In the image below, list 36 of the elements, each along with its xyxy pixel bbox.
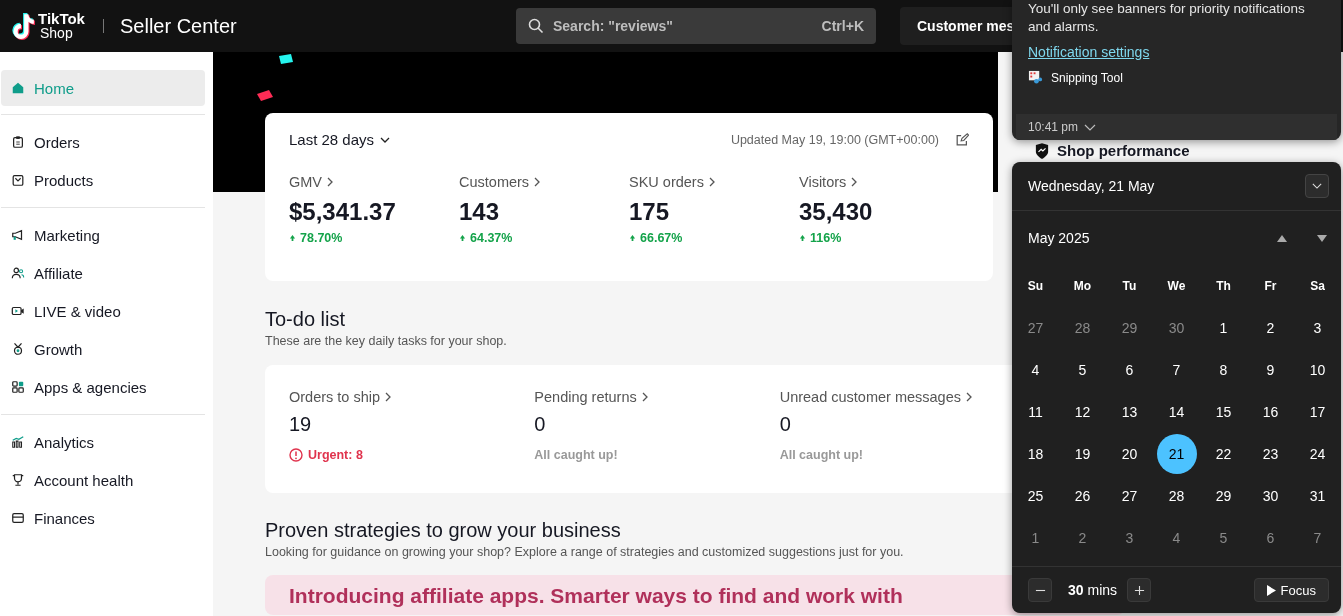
metric-value: 35,430: [799, 198, 873, 226]
metric-change: 66.67%: [640, 231, 683, 245]
updated-time: Updated May 19, 19:00 (GMT+00:00): [730, 132, 939, 147]
app-name: Snipping Tool: [1051, 70, 1123, 85]
metric-value: $5,341.37: [289, 198, 396, 226]
focus-minutes: 30 mins: [1068, 582, 1118, 598]
task-count: 19: [289, 413, 312, 436]
task-count: 0: [534, 413, 546, 436]
weekday-label: Fr: [1263, 278, 1278, 295]
metric-value: 175: [629, 198, 670, 226]
weekday-label: Su: [1026, 278, 1045, 295]
task-status: All caught up!: [779, 448, 863, 462]
logo-text: TikTok: [38, 12, 85, 26]
metric-change: 64.37%: [470, 231, 513, 245]
section-title: Shop performance: [1057, 142, 1190, 160]
app-title: Seller Center: [119, 14, 237, 38]
weekday-label: Th: [1215, 278, 1232, 295]
weekday-label: Sa: [1309, 278, 1326, 295]
section-subtitle: Looking for guidance on growing your shop? Explore a range of strategies and customized suggestions just for you.: [265, 545, 904, 559]
calendar-date: Wednesday, 21 May: [1028, 178, 1155, 194]
task-status: Urgent: 8: [308, 448, 363, 462]
weekday-label: Tu: [1121, 278, 1138, 295]
section-title: To-do list: [265, 308, 346, 331]
section-title: Proven strategies to grow your business: [265, 519, 621, 542]
promo-title: Introducing affiliate apps. Smarter ways to find and work with: [289, 584, 903, 607]
weekday-label: We: [1166, 278, 1187, 295]
task-count: 0: [779, 413, 791, 436]
metric-change: 116%: [810, 231, 842, 245]
section-subtitle: These are the key daily tasks for your shop.: [265, 334, 507, 348]
shortcut-hint: Ctrl+K: [821, 18, 864, 34]
metric-value: 143: [459, 198, 500, 226]
weekday-label: Mo: [1072, 278, 1093, 295]
logo-text: Shop: [40, 26, 74, 40]
notification-time: 10:41 pm: [1028, 120, 1079, 134]
metric-change: 78.70%: [300, 231, 343, 245]
task-status: All caught up!: [534, 448, 618, 462]
